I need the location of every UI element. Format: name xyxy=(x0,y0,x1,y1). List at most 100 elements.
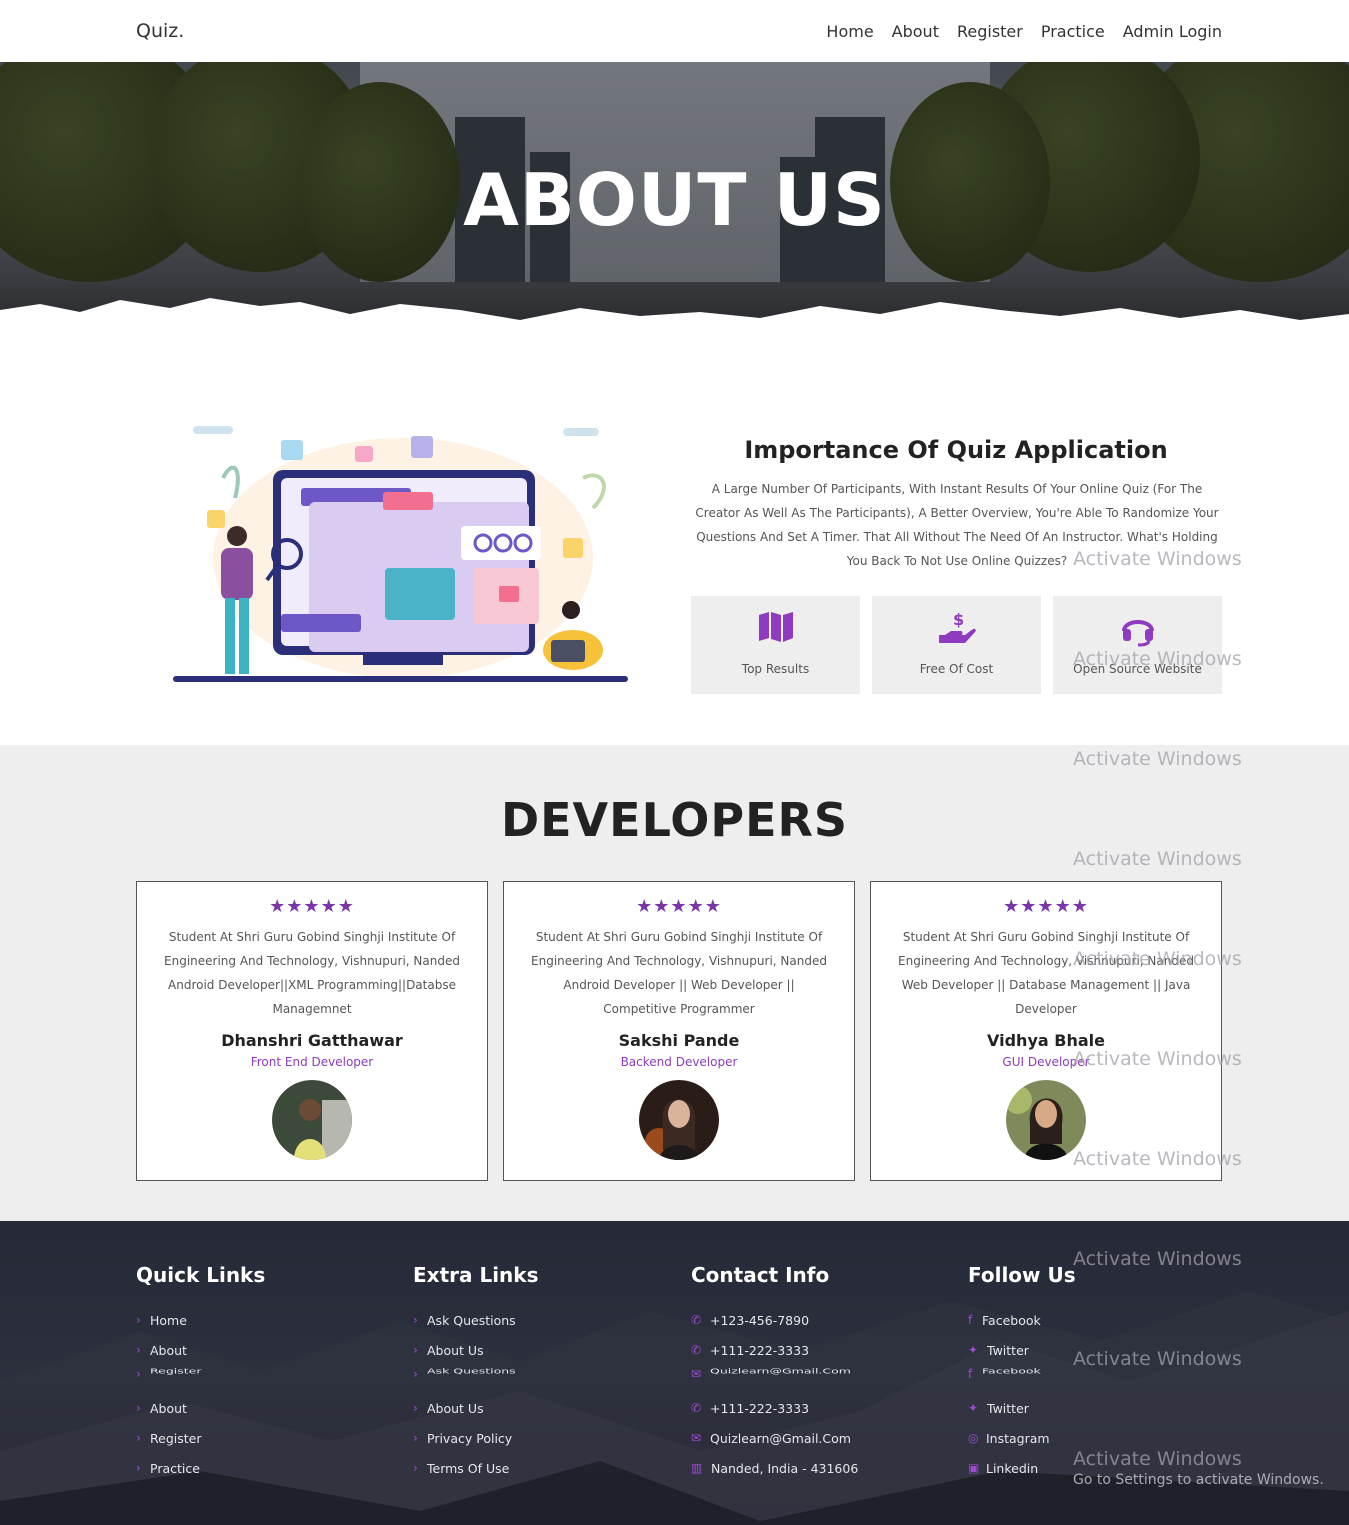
footer-link[interactable]: › About Us xyxy=(413,1393,673,1423)
nav-practice[interactable]: Practice xyxy=(1041,22,1105,41)
developer-description: Student At Shri Guru Gobind Singhji Inst… xyxy=(898,930,1194,1016)
footer-heading: Contact Info xyxy=(691,1263,830,1287)
phone-icon: ✆ xyxy=(691,1401,702,1415)
envelope-icon: ✉ xyxy=(691,1367,702,1381)
developer-card: ★★★★★ Student At Shri Guru Gobind Singhj… xyxy=(870,881,1222,1181)
brush-edge-decoration xyxy=(0,298,1349,344)
envelope-icon: ✉ xyxy=(691,1431,702,1445)
contact-address: ▥ Nanded, India - 431606 xyxy=(691,1460,859,1476)
developers-heading: DEVELOPERS xyxy=(500,793,849,847)
footer-link[interactable]: › About xyxy=(136,1335,396,1365)
chevron-right-icon: › xyxy=(136,1431,141,1445)
developer-name: Vidhya Bhale xyxy=(987,1031,1105,1050)
developer-role: Backend Developer xyxy=(620,1055,738,1069)
contact-phone[interactable]: ✆ +111-222-3333 xyxy=(691,1335,951,1365)
avatar xyxy=(639,1080,719,1160)
footer-link[interactable]: › Privacy Policy xyxy=(413,1423,673,1453)
rating-stars: ★★★★★ xyxy=(636,896,722,917)
social-facebook[interactable]: f Facebook xyxy=(968,1305,1228,1335)
chevron-right-icon: › xyxy=(413,1313,418,1327)
twitter-icon: ✦ xyxy=(968,1343,979,1357)
facebook-icon: f xyxy=(968,1367,973,1381)
footer-link[interactable]: › Register xyxy=(136,1423,396,1453)
svg-text:$: $ xyxy=(953,611,964,629)
quiz-illustration xyxy=(163,418,633,703)
footer-link[interactable]: › Ask Questions xyxy=(413,1305,673,1335)
linkedin-icon: ▣ xyxy=(968,1461,980,1475)
windows-watermark-sub: Go to Settings to activate Windows. xyxy=(1073,1472,1324,1488)
phone-icon: ✆ xyxy=(691,1343,702,1357)
developers-section: DEVELOPERS ★★★★★ Student At Shri Guru Go… xyxy=(0,745,1349,1221)
footer-contact-info: Contact Info ✆ +123-456-7890 ✆ +111-222-33… xyxy=(691,1263,951,1483)
developer-card: ★★★★★ Student At Shri Guru Gobind Singhj… xyxy=(136,881,488,1181)
developer-role: GUI Developer xyxy=(1002,1055,1090,1069)
contact-email[interactable]: ✉ Quizlearn@Gmail.Com xyxy=(691,1423,951,1453)
map-icon: ▥ xyxy=(691,1461,703,1475)
chevron-right-icon: › xyxy=(413,1367,418,1381)
chevron-right-icon: › xyxy=(136,1461,141,1475)
chevron-right-icon: › xyxy=(136,1313,141,1327)
social-facebook[interactable]: f Facebook xyxy=(968,1365,1228,1393)
footer-link[interactable]: › Terms Of Use xyxy=(413,1453,673,1483)
facebook-icon: f xyxy=(968,1313,973,1327)
social-instagram[interactable]: ◎ Instagram xyxy=(968,1423,1228,1453)
map-icon xyxy=(691,611,860,647)
nav-admin-login[interactable]: Admin Login xyxy=(1123,22,1222,41)
footer-link[interactable]: › About Us xyxy=(413,1335,673,1365)
footer-link[interactable]: › Ask Questions xyxy=(413,1365,673,1393)
contact-email[interactable]: ✉ Quizlearn@Gmail.Com xyxy=(691,1365,951,1393)
feature-open-source: Open Source Website xyxy=(1053,596,1222,694)
about-paragraph: A Large Number Of Participants, With Ins… xyxy=(695,482,1219,568)
contact-phone[interactable]: ✆ +123-456-7890 xyxy=(691,1305,951,1335)
feature-label: Top Results xyxy=(741,662,810,676)
rating-stars: ★★★★★ xyxy=(1003,896,1089,917)
instagram-icon: ◎ xyxy=(968,1431,979,1445)
headset-icon xyxy=(1053,611,1222,647)
developer-card: ★★★★★ Student At Shri Guru Gobind Singhj… xyxy=(503,881,855,1181)
hero-title: ABOUT US xyxy=(463,158,886,242)
footer-link[interactable]: › Practice xyxy=(136,1453,396,1483)
footer-link[interactable]: › Register xyxy=(136,1365,396,1393)
chevron-right-icon: › xyxy=(136,1343,141,1357)
footer-link[interactable]: › About xyxy=(136,1393,396,1423)
nav-about[interactable]: About xyxy=(892,22,939,41)
chevron-right-icon: › xyxy=(413,1431,418,1445)
developer-role: Front End Developer xyxy=(250,1055,374,1069)
top-nav-bar: Quiz. Home About Register Practice Admin… xyxy=(0,0,1349,62)
phone-icon: ✆ xyxy=(691,1313,702,1327)
page: Quiz. Home About Register Practice Admin… xyxy=(0,0,1349,1525)
chevron-right-icon: › xyxy=(136,1401,141,1415)
footer-heading: Extra Links xyxy=(413,1263,539,1287)
feature-label: Free Of Cost xyxy=(919,662,994,676)
developer-name: Dhanshri Gatthawar xyxy=(221,1031,403,1050)
chevron-right-icon: › xyxy=(413,1401,418,1415)
rating-stars: ★★★★★ xyxy=(269,896,355,917)
twitter-icon: ✦ xyxy=(968,1401,979,1415)
footer-quick-links: Quick Links › Home › About › Register › Abou… xyxy=(136,1263,396,1483)
feature-top-results: Top Results xyxy=(691,596,860,694)
social-twitter[interactable]: ✦ Twitter xyxy=(968,1335,1228,1365)
footer-follow-us: Follow Us f Facebook ✦ Twitter f Facebook ✦… xyxy=(968,1263,1228,1483)
developer-description: Student At Shri Guru Gobind Singhji Inst… xyxy=(164,930,460,1016)
social-twitter[interactable]: ✦ Twitter xyxy=(968,1393,1228,1423)
about-heading: Importance Of Quiz Application xyxy=(744,436,1168,464)
hero-banner: ABOUT US xyxy=(0,62,1349,344)
avatar xyxy=(272,1080,352,1160)
chevron-right-icon: › xyxy=(413,1461,418,1475)
footer-heading: Follow Us xyxy=(968,1263,1076,1287)
hand-dollar-icon: $ xyxy=(872,611,1041,647)
footer-heading: Quick Links xyxy=(136,1263,266,1287)
chevron-right-icon: › xyxy=(136,1367,141,1381)
nav-register[interactable]: Register xyxy=(957,22,1023,41)
avatar xyxy=(1006,1080,1086,1160)
footer-link[interactable]: › Home xyxy=(136,1305,396,1335)
developer-name: Sakshi Pande xyxy=(618,1031,740,1050)
contact-phone[interactable]: ✆ +111-222-3333 xyxy=(691,1393,951,1423)
feature-free-of-cost: $ Free Of Cost xyxy=(872,596,1041,694)
feature-label: Open Source Website xyxy=(1073,662,1202,676)
footer-extra-links: Extra Links › Ask Questions › About Us › As… xyxy=(413,1263,673,1483)
nav-home[interactable]: Home xyxy=(826,22,873,41)
site-logo[interactable]: Quiz. xyxy=(136,20,184,42)
main-nav: Home About Register Practice Admin Login xyxy=(826,22,1222,41)
chevron-right-icon: › xyxy=(413,1343,418,1357)
